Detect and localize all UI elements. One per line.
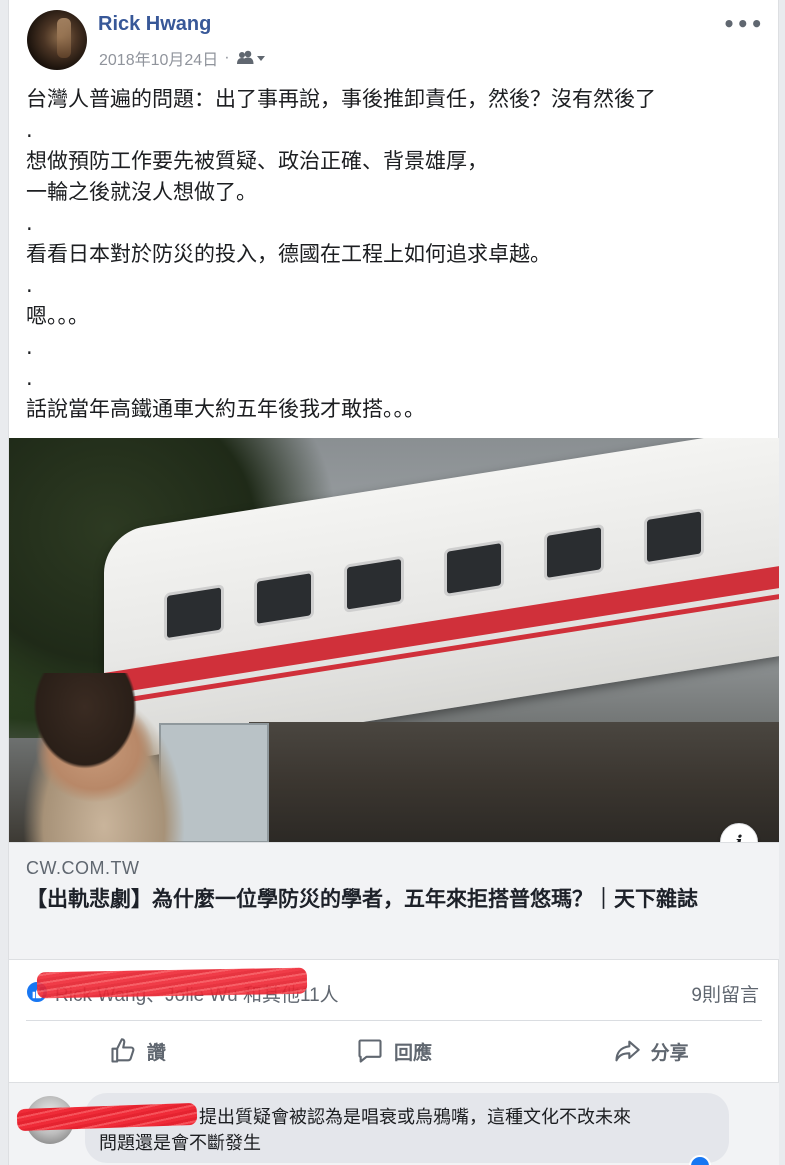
share-icon [615,1040,640,1062]
people-graphic [9,673,199,842]
post-date[interactable]: 2018年10月24日 [99,46,218,70]
link-preview-image[interactable] [9,438,779,842]
reactions-bar: Rick Wang、Jolie Wu 和其他11人 9則留言 [9,967,779,1018]
post-line: . [26,366,33,390]
link-title[interactable]: 【出軌悲劇】為什麼一位學防災的學者，五年來拒搭普悠瑪？｜天下雜誌 [26,884,761,915]
post-line: 話說當年高鐵通車大約五年後我才敢搭。。。 [26,397,425,421]
comment-line: 提出質疑會被認為是唱衰或烏鴉嘴，這種文化不改未來 [199,1107,631,1128]
comment-button[interactable]: 回應 [266,1022,523,1080]
post-meta: 2018年10月24日 · [99,46,266,70]
link-domain: CW.COM.TW [26,858,140,878]
author-avatar[interactable] [27,10,87,70]
like-button[interactable]: 讚 [9,1022,266,1080]
debris-graphic [249,722,779,842]
comment-count[interactable]: 9則留言 [691,980,759,1007]
link-preview-box[interactable]: CW.COM.TW 【出軌悲劇】為什麼一位學防災的學者，五年來拒搭普悠瑪？｜天下… [9,842,779,960]
post-line: 台灣人普遍的問題：出了事再說，事後推卸責任，然後？沒有然後了 [26,87,656,111]
comment-text: 提出質疑會被認為是唱衰或烏鴉嘴，這種文化不改未來 問題還是會不斷發生 [99,1105,719,1157]
post-line: 看看日本對於防災的投入，德國在工程上如何追求卓越。 [26,242,551,266]
thumbs-up-icon [111,1038,135,1063]
post-line: 想做預防工作要先被質疑、政治正確、背景雄厚， [26,149,488,173]
share-label: 分享 [650,1041,689,1064]
post-line: 一輪之後就沒人想做了。 [26,180,257,204]
post-line: . [26,211,33,235]
share-button[interactable]: 分享 [522,1022,779,1080]
meta-separator: · [224,49,230,66]
post-line: . [26,273,33,297]
comment-icon [358,1039,382,1063]
redaction-mark [36,967,308,999]
like-label: 讚 [146,1041,166,1064]
divider [26,1020,762,1021]
post-line: 嗯。。。 [26,304,89,328]
comment-label: 回應 [394,1041,433,1064]
author-name[interactable]: Rick Hwang [98,13,211,36]
more-options-icon[interactable]: ••• [723,12,764,36]
comment-line: 問題還是會不斷發生 [99,1133,261,1154]
post-line: . [26,118,33,142]
post-card: Rick Hwang 2018年10月24日 · ••• 台灣人普遍的問題：出了… [8,0,779,1165]
post-line: . [26,335,33,359]
action-bar: 讚 回應 分享 [9,1022,779,1080]
post-body: 台灣人普遍的問題：出了事再說，事後推卸責任，然後？沒有然後了 . 想做預防工作要… [26,84,766,425]
friends-icon[interactable] [236,50,266,66]
